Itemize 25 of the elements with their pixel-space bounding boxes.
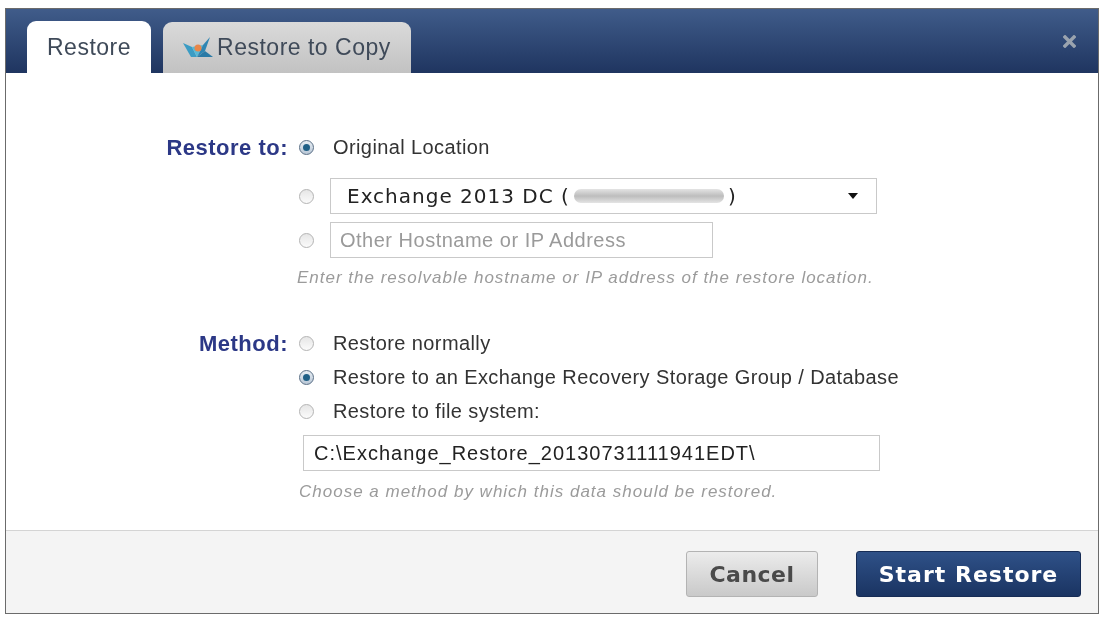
- option-label: Restore to file system:: [333, 399, 541, 424]
- hint-text: Enter the resolvable hostname or IP address of the restore location.: [297, 267, 874, 290]
- start-restore-button[interactable]: Start Restore: [856, 551, 1081, 597]
- close-icon: [1063, 34, 1076, 48]
- close-button[interactable]: [1061, 32, 1078, 50]
- tab[interactable]: Restore: [27, 21, 152, 73]
- field-label: Method:: [198, 329, 288, 358]
- bird-icon: [183, 36, 214, 59]
- radio-button[interactable]: [299, 139, 314, 155]
- radio-button[interactable]: [299, 369, 314, 385]
- radio-button[interactable]: [299, 232, 314, 248]
- hostname-input[interactable]: Other Hostname or IP Address: [330, 222, 713, 258]
- option-label: Restore to an Exchange Recovery Storage Group / Database: [333, 365, 900, 390]
- option-label: Original Location: [333, 135, 490, 160]
- radio-button[interactable]: [299, 403, 314, 419]
- radio-button[interactable]: [299, 335, 314, 351]
- tab[interactable]: Restore to Copy: [163, 22, 411, 73]
- radio-button[interactable]: [299, 188, 314, 204]
- hint-text: Choose a method by which this data should be restored.: [299, 481, 778, 504]
- field-label: Restore to:: [166, 133, 288, 162]
- caret-icon: [848, 193, 858, 199]
- option-label: Restore normally: [333, 331, 491, 356]
- path-field[interactable]: C:\Exchange_Restore_20130731111941EDT\: [303, 435, 880, 471]
- cancel-button[interactable]: Cancel: [686, 551, 818, 597]
- location-dropdown[interactable]: Exchange 2013 DC ( ): [330, 178, 877, 214]
